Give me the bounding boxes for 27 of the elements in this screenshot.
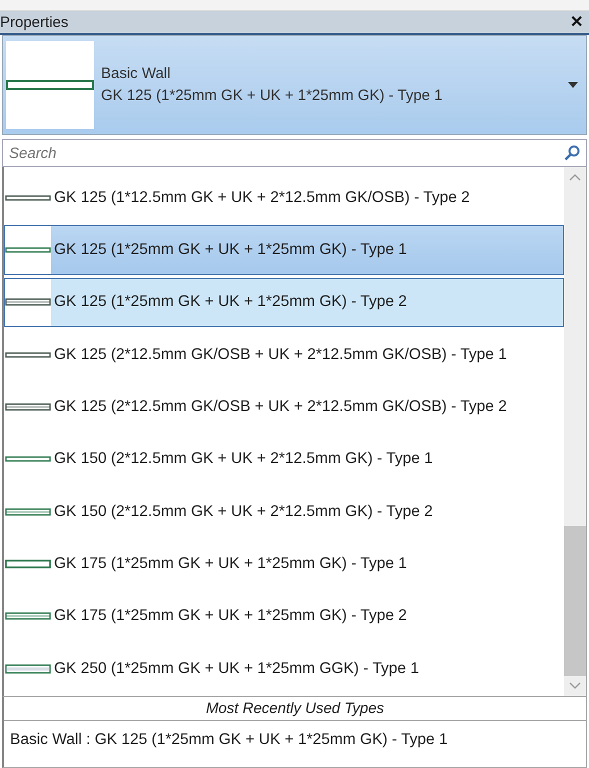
- wall-swatch-icon: [5, 664, 51, 674]
- dropdown-caret-icon: [568, 82, 578, 88]
- type-name: GK 125 (1*25mm GK + UK + 1*25mm GK) - Type 1: [101, 86, 444, 106]
- wall-swatch-icon: [6, 79, 94, 91]
- scroll-up-icon[interactable]: [569, 173, 581, 181]
- search-icon: [564, 145, 580, 161]
- scroll-down-icon[interactable]: [569, 682, 581, 690]
- wall-swatch-icon: [5, 402, 51, 412]
- wall-type-item[interactable]: GK 125 (1*25mm GK + UK + 1*25mm GK) - Type 2: [4, 278, 564, 328]
- wall-swatch-icon: [5, 245, 51, 256]
- type-selector[interactable]: Basic Wall GK 125 (1*25mm GK + UK + 1*25mm GK) - Type 1: [2, 35, 587, 135]
- scrollbar[interactable]: [564, 167, 586, 696]
- wall-swatch-icon: [5, 611, 51, 622]
- wall-swatch-icon: [5, 192, 51, 203]
- wall-swatch-icon: [5, 297, 51, 308]
- wall-swatch-icon: [5, 506, 51, 517]
- wall-type-item[interactable]: GK 125 (1*25mm GK + UK + 1*25mm GK) - Type 1: [4, 225, 564, 276]
- wall-swatch-icon: [5, 454, 51, 464]
- family-name: Basic Wall: [101, 64, 172, 84]
- recent-types-heading: Most Recently Used Types: [4, 697, 586, 721]
- scrollbar-thumb[interactable]: [564, 526, 586, 676]
- recent-type-item[interactable]: Basic Wall : GK 125 (1*25mm GK + UK + 1*25mm GK) - Type 1: [4, 721, 586, 767]
- wall-swatch-icon: [5, 350, 51, 360]
- search-field[interactable]: Search: [2, 139, 587, 167]
- wall-swatch-icon: [5, 558, 51, 569]
- close-button[interactable]: ✕: [570, 12, 583, 32]
- panel-title: Properties: [0, 14, 68, 30]
